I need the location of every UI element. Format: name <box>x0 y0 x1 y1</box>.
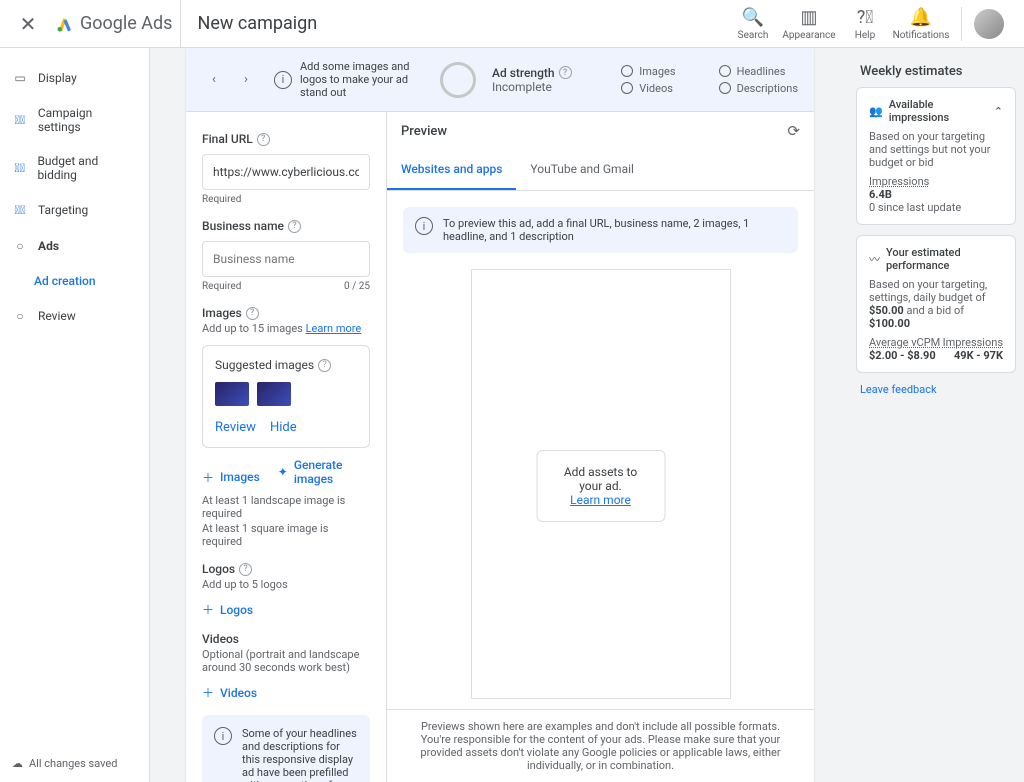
refresh-button[interactable]: ⟳ <box>787 122 800 140</box>
sidebar-item-budget[interactable]: ✓⃝ Budget and bidding <box>0 144 149 192</box>
suggested-image-thumb[interactable] <box>215 382 249 406</box>
ad-strength-bar: ‹ › i Add some images and logos to make … <box>186 48 814 112</box>
check-descriptions: Descriptions <box>719 82 798 95</box>
plus-icon: ＋ <box>202 469 214 486</box>
preview-title: Preview <box>401 124 447 139</box>
business-name-input[interactable] <box>202 241 370 277</box>
logo-text: Google Ads <box>80 13 172 34</box>
info-icon: i <box>214 727 232 745</box>
search-icon: 🔍 <box>742 7 764 28</box>
performance-card[interactable]: 〰Your estimated performance Based on you… <box>856 235 1016 373</box>
tab-youtube-gmail[interactable]: YouTube and Gmail <box>516 150 648 190</box>
notifications-button[interactable]: 🔔 Notifications <box>893 7 949 41</box>
plus-icon: ＋ <box>202 601 214 618</box>
page-title: New campaign <box>181 13 333 34</box>
sidebar-item-ad-creation[interactable]: Ad creation <box>0 264 149 298</box>
help-icon[interactable]: ? <box>559 66 572 79</box>
generate-images-button[interactable]: ✦Generate images <box>278 458 370 486</box>
help-icon[interactable]: ? <box>257 133 270 146</box>
help-icon[interactable]: ? <box>288 220 301 233</box>
help-icon: ?⃝ <box>857 7 874 28</box>
check-icon: ✓⃝ <box>12 112 28 128</box>
info-icon: i <box>415 217 433 235</box>
info-icon: i <box>274 71 292 89</box>
add-images-button[interactable]: ＋Images <box>202 469 260 486</box>
circle-icon: ○ <box>12 308 28 324</box>
close-button[interactable]: ✕ <box>8 4 48 44</box>
appearance-icon: ▥ <box>800 7 817 28</box>
search-button[interactable]: 🔍 Search <box>725 7 781 41</box>
people-icon: 👥 <box>869 105 883 118</box>
check-icon: ✓⃝ <box>12 202 28 218</box>
prev-tip-button[interactable]: ‹ <box>202 68 226 92</box>
circle-icon: ○ <box>12 238 28 254</box>
check-images: Images <box>621 65 700 78</box>
sidebar: ▭ Display ✓⃝ Campaign settings ✓⃝ Budget… <box>0 48 150 782</box>
help-icon[interactable]: ? <box>318 359 331 372</box>
preview-alert: i To preview this ad, add a final URL, b… <box>403 207 798 253</box>
appearance-button[interactable]: ▥ Appearance <box>781 7 837 41</box>
logo: Google Ads <box>48 0 181 48</box>
final-url-input[interactable] <box>202 154 370 190</box>
sidebar-item-targeting[interactable]: ✓⃝ Targeting <box>0 192 149 228</box>
suggested-image-thumb[interactable] <box>257 382 291 406</box>
strength-status: Incomplete <box>492 80 572 94</box>
learn-more-link[interactable]: Learn more <box>306 322 362 335</box>
check-headlines: Headlines <box>719 65 798 78</box>
impressions-card[interactable]: 👥Available impressions⌃ Based on your ta… <box>856 87 1016 225</box>
sparkle-icon: ✦ <box>278 465 288 479</box>
chevron-up-icon: ⌃ <box>994 105 1003 118</box>
google-ads-icon <box>56 15 74 33</box>
help-icon[interactable]: ? <box>239 563 252 576</box>
sidebar-item-review[interactable]: ○ Review <box>0 298 149 334</box>
plus-icon: ＋ <box>202 684 214 701</box>
learn-more-link[interactable]: Learn more <box>570 493 631 507</box>
rail-title: Weekly estimates <box>856 56 1016 87</box>
help-button[interactable]: ?⃝ Help <box>837 7 893 41</box>
check-icon: ✓⃝ <box>12 160 27 176</box>
avatar[interactable] <box>974 9 1004 39</box>
hide-button[interactable]: Hide <box>270 420 297 435</box>
tip-text: Add some images and logos to make your a… <box>300 60 424 99</box>
sidebar-item-display[interactable]: ▭ Display <box>0 60 149 96</box>
sidebar-item-ads[interactable]: ○ Ads <box>0 228 149 264</box>
trend-icon: 〰 <box>869 251 880 267</box>
tab-websites-apps[interactable]: Websites and apps <box>387 150 516 190</box>
display-icon: ▭ <box>12 70 28 86</box>
prefill-note: i Some of your headlines and description… <box>202 715 370 782</box>
next-tip-button[interactable]: › <box>234 68 258 92</box>
save-status: ☁ All changes saved <box>12 757 117 770</box>
bell-icon: 🔔 <box>910 7 932 28</box>
add-videos-button[interactable]: ＋Videos <box>202 684 257 701</box>
sidebar-item-campaign-settings[interactable]: ✓⃝ Campaign settings <box>0 96 149 144</box>
review-button[interactable]: Review <box>215 420 256 435</box>
leave-feedback-link[interactable]: Leave feedback <box>856 383 1016 396</box>
check-videos: Videos <box>621 82 700 95</box>
preview-canvas: Add assets to your ad. Learn more <box>471 269 731 699</box>
preview-disclaimer: Previews shown here are examples and don… <box>387 709 814 782</box>
suggested-images-box: Suggested images? Review Hide <box>202 345 370 448</box>
add-logos-button[interactable]: ＋Logos <box>202 601 253 618</box>
cloud-icon: ☁ <box>12 757 23 770</box>
strength-meter <box>440 62 476 98</box>
help-icon[interactable]: ? <box>246 307 259 320</box>
